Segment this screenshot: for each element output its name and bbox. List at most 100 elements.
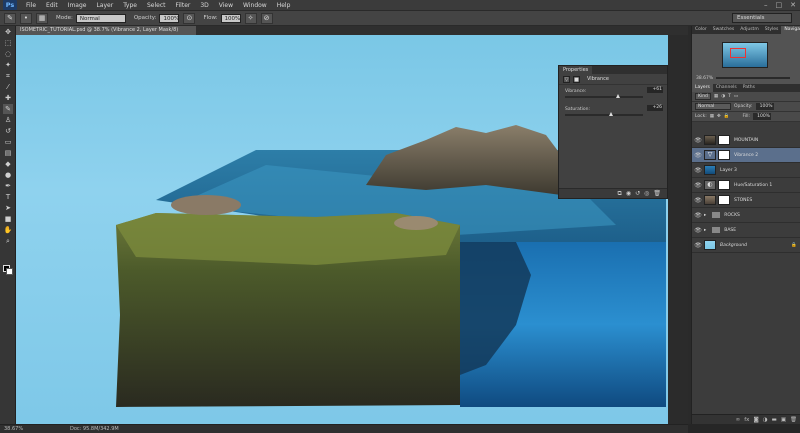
layer-row[interactable]: 👁 MOUNTAIN (692, 133, 800, 148)
visibility-eye-icon[interactable]: 👁 (694, 152, 702, 159)
lasso-tool-icon[interactable]: ◌ (3, 49, 13, 59)
menu-select[interactable]: Select (142, 0, 171, 11)
eraser-tool-icon[interactable]: ▭ (3, 137, 13, 147)
pressure-size-icon[interactable]: ⊘ (260, 12, 273, 24)
minimize-button[interactable]: – (764, 1, 768, 9)
visibility-eye-icon[interactable]: 👁 (694, 212, 702, 219)
adjustment-layer-icon[interactable]: ◑ (763, 417, 768, 423)
layer-mask-thumbnail[interactable] (718, 180, 730, 190)
move-tool-icon[interactable]: ✥ (3, 27, 13, 37)
visibility-eye-icon[interactable]: 👁 (694, 197, 702, 204)
vibrance-slider-knob[interactable] (615, 94, 620, 98)
layer-filter-select[interactable]: Kind (695, 93, 711, 100)
quick-select-tool-icon[interactable]: ✦ (3, 60, 13, 70)
vibrance-slider[interactable] (565, 94, 643, 98)
visibility-eye-icon[interactable]: 👁 (694, 167, 702, 174)
navigator-view-box[interactable] (730, 48, 746, 58)
eyedropper-tool-icon[interactable]: ⁄ (3, 82, 13, 92)
pen-tool-icon[interactable]: ✒ (3, 181, 13, 191)
filter-shape-icon[interactable]: ▭ (734, 94, 738, 99)
layer-row[interactable]: 👁 Layer 3 (692, 163, 800, 178)
crop-tool-icon[interactable]: ⌗ (3, 71, 13, 81)
layer-mask-icon[interactable]: ■ (573, 75, 580, 83)
visibility-eye-icon[interactable]: 👁 (694, 182, 702, 189)
view-previous-icon[interactable]: ◉ (626, 190, 631, 197)
layer-style-icon[interactable]: fx (744, 417, 749, 423)
path-select-tool-icon[interactable]: ➤ (3, 203, 13, 213)
group-expand-icon[interactable]: ▸ (704, 213, 706, 218)
blend-mode-select[interactable]: Normal (695, 103, 731, 110)
saturation-slider[interactable] (565, 112, 643, 116)
delete-layer-icon[interactable]: 🗑 (790, 417, 797, 423)
menu-file[interactable]: File (21, 0, 41, 11)
flow-field[interactable]: 100% (220, 13, 241, 23)
airbrush-icon[interactable]: ✧ (244, 12, 257, 24)
layer-mask-thumbnail[interactable] (718, 135, 730, 145)
gradient-tool-icon[interactable]: ▤ (3, 148, 13, 158)
visibility-icon[interactable]: ◎ (644, 190, 649, 197)
workspace-switcher[interactable]: Essentials (732, 13, 792, 23)
menu-help[interactable]: Help (272, 0, 296, 11)
menu-edit[interactable]: Edit (41, 0, 63, 11)
opacity-field[interactable]: 100% (159, 13, 180, 23)
visibility-eye-icon[interactable]: 👁 (694, 242, 702, 249)
filter-pixel-icon[interactable]: ▦ (714, 94, 718, 99)
maximize-button[interactable]: □ (776, 1, 783, 9)
mode-select[interactable]: Normal (75, 13, 126, 23)
hand-tool-icon[interactable]: ✋ (3, 225, 13, 235)
brush-panel-icon[interactable]: ▦ (36, 12, 48, 24)
layer-row[interactable]: 👁 Background 🔒 (692, 238, 800, 253)
background-color-swatch[interactable] (6, 268, 13, 275)
reset-icon[interactable]: ↺ (635, 190, 640, 197)
healing-tool-icon[interactable]: ✚ (3, 93, 13, 103)
tab-navigator[interactable]: Navigator (781, 26, 800, 34)
layer-row-selected[interactable]: 👁 ▽ Vibrance 2 (692, 148, 800, 163)
menu-3d[interactable]: 3D (195, 0, 213, 11)
brush-preset-icon[interactable]: ✎ (4, 12, 16, 24)
layer-opacity-field[interactable]: 100% (755, 103, 774, 110)
type-tool-icon[interactable]: T (3, 192, 13, 202)
filter-type-icon[interactable]: T (728, 94, 731, 99)
stamp-tool-icon[interactable]: ♙ (3, 115, 13, 125)
tab-styles[interactable]: Styles (762, 26, 782, 34)
lock-all-icon[interactable]: 🔒 (724, 114, 730, 119)
new-layer-icon[interactable]: ▣ (781, 417, 786, 423)
tab-swatches[interactable]: Swatches (710, 26, 738, 34)
tab-layers[interactable]: Layers (692, 84, 713, 92)
visibility-eye-icon[interactable]: 👁 (694, 137, 702, 144)
tab-adjustments[interactable]: Adjustm (737, 26, 761, 34)
menu-type[interactable]: Type (118, 0, 142, 11)
saturation-field[interactable]: +26 (647, 105, 663, 111)
layer-row[interactable]: 👁 ◐ Hue/Saturation 1 (692, 178, 800, 193)
navigator-zoom[interactable]: 38.67% (696, 76, 713, 81)
vibrance-field[interactable]: +61 (647, 87, 663, 93)
lock-pixels-icon[interactable]: ▦ (710, 114, 714, 119)
menu-filter[interactable]: Filter (171, 0, 196, 11)
delete-icon[interactable]: 🗑 (653, 190, 661, 197)
close-button[interactable]: ✕ (790, 1, 796, 9)
dodge-tool-icon[interactable]: ● (3, 170, 13, 180)
layer-group-row[interactable]: 👁 ▸ ROCKS (692, 208, 800, 223)
fill-field[interactable]: 100% (752, 113, 771, 120)
marquee-tool-icon[interactable]: ⬚ (3, 38, 13, 48)
tab-color[interactable]: Color (692, 26, 710, 34)
menu-view[interactable]: View (214, 0, 238, 11)
visibility-eye-icon[interactable]: 👁 (694, 227, 702, 234)
history-brush-icon[interactable]: ↺ (3, 126, 13, 136)
lock-position-icon[interactable]: ✥ (717, 114, 721, 119)
layer-group-row[interactable]: 👁 ▸ BASE (692, 223, 800, 238)
brush-tool-icon[interactable]: ✎ (3, 104, 13, 114)
menu-image[interactable]: Image (63, 0, 92, 11)
shape-tool-icon[interactable]: ■ (3, 214, 13, 224)
zoom-tool-icon[interactable]: ⌕ (3, 236, 13, 246)
clip-to-layer-icon[interactable]: ⧉ (618, 190, 622, 198)
menu-window[interactable]: Window (238, 0, 272, 11)
tab-paths[interactable]: Paths (740, 84, 758, 92)
new-group-icon[interactable]: ▬ (772, 417, 777, 423)
blur-tool-icon[interactable]: ◆ (3, 159, 13, 169)
document-tab[interactable]: ISOMETRIC_TUTORIAL.psd @ 38.7% (Vibrance… (16, 26, 196, 35)
tab-channels[interactable]: Channels (713, 84, 740, 92)
layer-mask-thumbnail[interactable] (718, 150, 730, 160)
properties-tab[interactable]: Properties (559, 66, 593, 74)
navigator-zoom-slider[interactable] (716, 77, 790, 79)
